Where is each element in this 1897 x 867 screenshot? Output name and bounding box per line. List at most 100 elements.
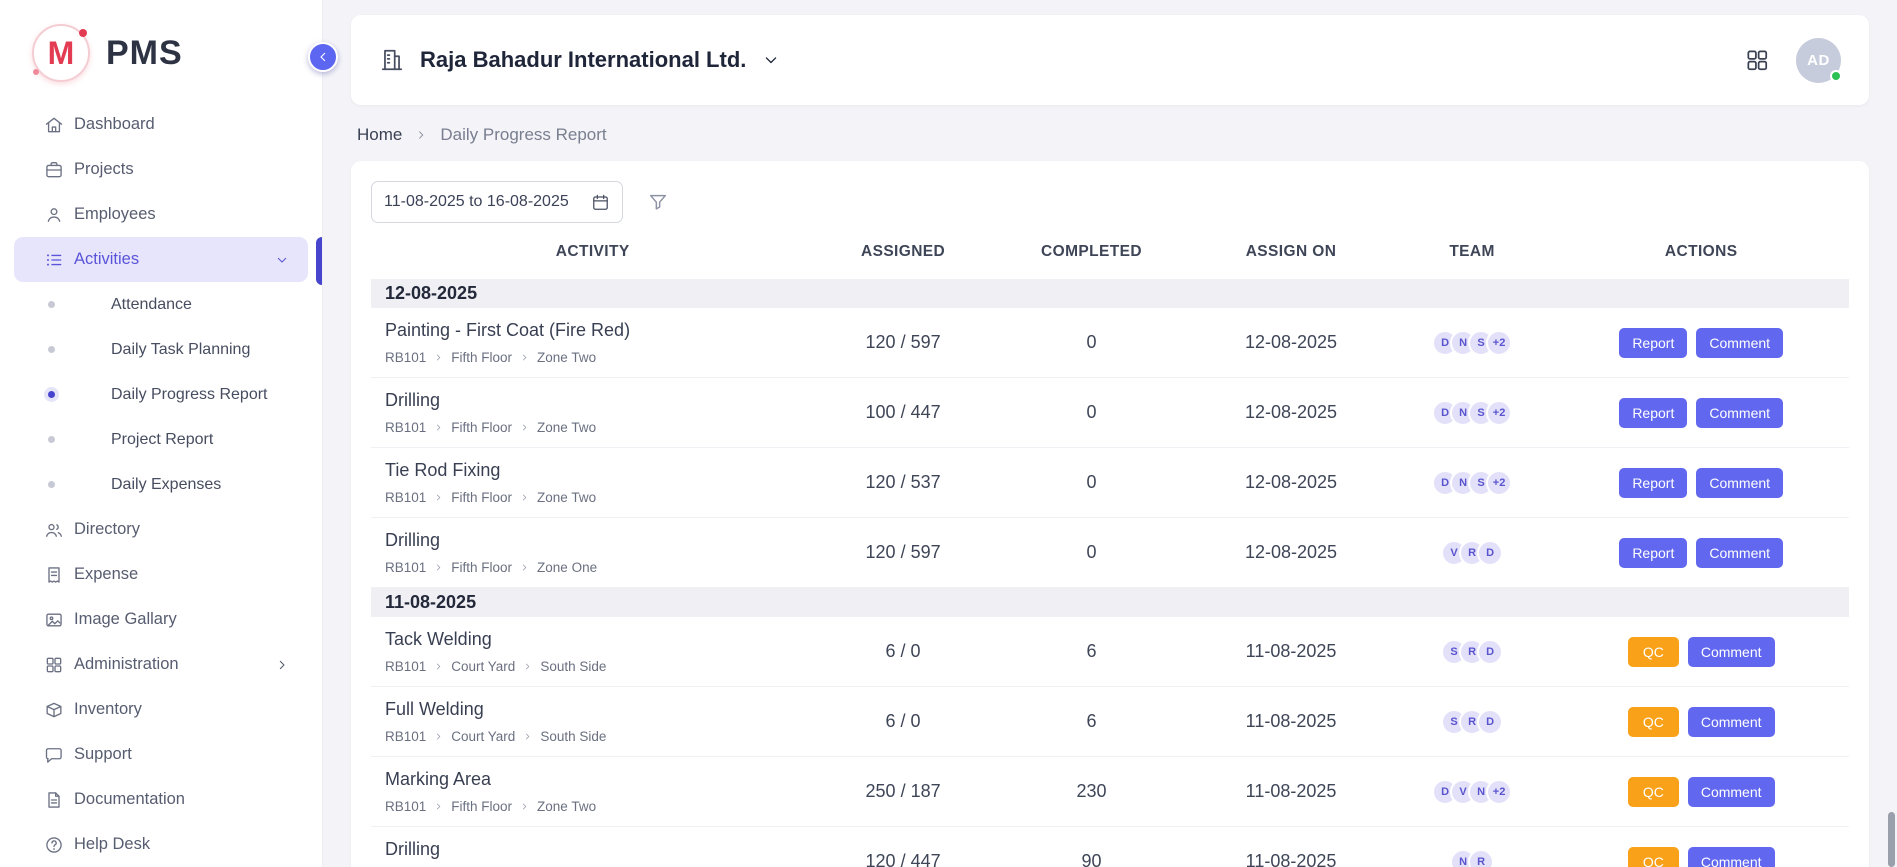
apps-grid-icon[interactable] <box>1744 47 1770 73</box>
report-button[interactable]: Report <box>1619 328 1687 358</box>
comment-button[interactable]: Comment <box>1688 847 1775 867</box>
activity-cell: Painting - First Coat (Fire Red)RB101Fif… <box>371 308 814 378</box>
date-range-input[interactable]: 11-08-2025 to 16-08-2025 <box>371 181 623 223</box>
sidebar-item-inventory[interactable]: Inventory <box>14 687 308 732</box>
topbar: Raja Bahadur International Ltd. AD <box>351 15 1869 105</box>
path-segment: RB101 <box>385 350 426 365</box>
user-avatar[interactable]: AD <box>1796 38 1841 83</box>
sidebar-subitem-project-report[interactable]: Project Report <box>0 417 322 462</box>
chevron-right-icon <box>519 422 530 433</box>
sidebar-item-documentation[interactable]: Documentation <box>14 777 308 822</box>
topbar-right: AD <box>1744 38 1841 83</box>
app-title: PMS <box>106 34 183 73</box>
sidebar-item-support[interactable]: Support <box>14 732 308 777</box>
activity-name: Tie Rod Fixing <box>385 460 806 481</box>
sidebar-item-projects[interactable]: Projects <box>14 147 308 192</box>
path-segment: Zone Two <box>537 420 596 435</box>
sidebar-nav: DashboardProjectsEmployeesActivitiesAtte… <box>0 98 322 867</box>
date-group-header: 11-08-2025 <box>371 588 1849 618</box>
report-button[interactable]: Report <box>1619 538 1687 568</box>
qc-button[interactable]: QC <box>1628 637 1679 667</box>
assigned-cell: 6 / 0 <box>814 687 991 757</box>
path-segment: Fifth Floor <box>451 799 512 814</box>
bullet-dot-icon <box>48 301 55 308</box>
activity-name: Full Welding <box>385 699 806 720</box>
row-actions: Report Comment <box>1561 398 1841 428</box>
qc-button[interactable]: QC <box>1628 847 1679 867</box>
comment-button[interactable]: Comment <box>1696 398 1783 428</box>
filters-row: 11-08-2025 to 16-08-2025 <box>371 181 1849 223</box>
completed-cell: 6 <box>992 617 1192 687</box>
chevron-down-icon <box>274 252 290 268</box>
activity-name: Drilling <box>385 530 806 551</box>
inventory-icon <box>44 700 64 720</box>
company-selector[interactable]: Raja Bahadur International Ltd. <box>379 47 781 73</box>
date-group-header: 12-08-2025 <box>371 279 1849 308</box>
assign-on-cell: 12-08-2025 <box>1191 448 1391 518</box>
completed-cell: 6 <box>992 687 1192 757</box>
team-cell: DNS+2 <box>1391 378 1554 448</box>
active-item-indicator <box>316 237 322 285</box>
activity-name: Drilling <box>385 390 806 411</box>
support-icon <box>44 745 64 765</box>
sidebar-item-employees[interactable]: Employees <box>14 192 308 237</box>
report-button[interactable]: Report <box>1619 398 1687 428</box>
scrollbar-thumb[interactable] <box>1888 812 1895 867</box>
sidebar-item-directory[interactable]: Directory <box>14 507 308 552</box>
sidebar-item-label: Directory <box>74 520 140 539</box>
team-cell: SRD <box>1391 687 1554 757</box>
sidebar-item-image-gallary[interactable]: Image Gallary <box>14 597 308 642</box>
team-avatar-group: DNS+2 <box>1399 330 1546 356</box>
company-name: Raja Bahadur International Ltd. <box>420 47 746 73</box>
chevron-right-icon <box>433 801 444 812</box>
date-range-value: 11-08-2025 to 16-08-2025 <box>384 193 569 211</box>
date-group-label: 11-08-2025 <box>371 588 1849 618</box>
comment-button[interactable]: Comment <box>1696 538 1783 568</box>
activity-location-path: RB101Fifth FloorZone Two <box>385 490 806 505</box>
path-segment: RB101 <box>385 490 426 505</box>
helpdesk-icon <box>44 835 64 855</box>
comment-button[interactable]: Comment <box>1688 637 1775 667</box>
sidebar-subitem-daily-progress-report[interactable]: Daily Progress Report <box>0 372 322 417</box>
path-segment: Fifth Floor <box>451 560 512 575</box>
sidebar: M PMS DashboardProjectsEmployeesActiviti… <box>0 0 323 867</box>
assigned-cell: 120 / 597 <box>814 518 991 588</box>
comment-button[interactable]: Comment <box>1696 328 1783 358</box>
sidebar-subitem-attendance[interactable]: Attendance <box>0 282 322 327</box>
team-cell: VRD <box>1391 518 1554 588</box>
path-segment: South Side <box>540 729 606 744</box>
directory-icon <box>44 520 64 540</box>
sidebar-item-help-desk[interactable]: Help Desk <box>14 822 308 867</box>
comment-button[interactable]: Comment <box>1688 777 1775 807</box>
path-segment: Zone One <box>537 560 597 575</box>
sidebar-item-label: Expense <box>74 565 138 584</box>
team-cell: NR <box>1391 827 1554 867</box>
sidebar-item-activities[interactable]: Activities <box>14 237 308 282</box>
sidebar-collapse-button[interactable] <box>308 42 338 72</box>
sidebar-subitem-daily-expenses[interactable]: Daily Expenses <box>0 462 322 507</box>
sidebar-item-dashboard[interactable]: Dashboard <box>14 102 308 147</box>
column-header-assign-on: ASSIGN ON <box>1191 227 1391 279</box>
row-actions: Report Comment <box>1561 328 1841 358</box>
activity-cell: DrillingRB101Fifth FloorZone Two <box>371 378 814 448</box>
activity-cell: Tack WeldingRB101Court YardSouth Side <box>371 617 814 687</box>
bullet-dot-icon <box>48 391 55 398</box>
sidebar-subitem-daily-task-planning[interactable]: Daily Task Planning <box>0 327 322 372</box>
qc-button[interactable]: QC <box>1628 777 1679 807</box>
activity-cell: DrillingRB101Fifth FloorZone Two <box>371 827 814 867</box>
team-member-avatar: D <box>1477 540 1503 566</box>
logo: M PMS <box>0 0 322 98</box>
sidebar-item-administration[interactable]: Administration <box>14 642 308 687</box>
column-header-actions: ACTIONS <box>1553 227 1849 279</box>
report-button[interactable]: Report <box>1619 468 1687 498</box>
activity-location-path: RB101Court YardSouth Side <box>385 729 806 744</box>
building-icon <box>379 47 405 73</box>
filter-funnel-icon[interactable] <box>647 191 669 213</box>
comment-button[interactable]: Comment <box>1688 707 1775 737</box>
sidebar-item-expense[interactable]: Expense <box>14 552 308 597</box>
breadcrumb-home-link[interactable]: Home <box>357 125 402 145</box>
assigned-cell: 120 / 597 <box>814 308 991 378</box>
qc-button[interactable]: QC <box>1628 707 1679 737</box>
activity-location-path: RB101Fifth FloorZone Two <box>385 799 806 814</box>
comment-button[interactable]: Comment <box>1696 468 1783 498</box>
